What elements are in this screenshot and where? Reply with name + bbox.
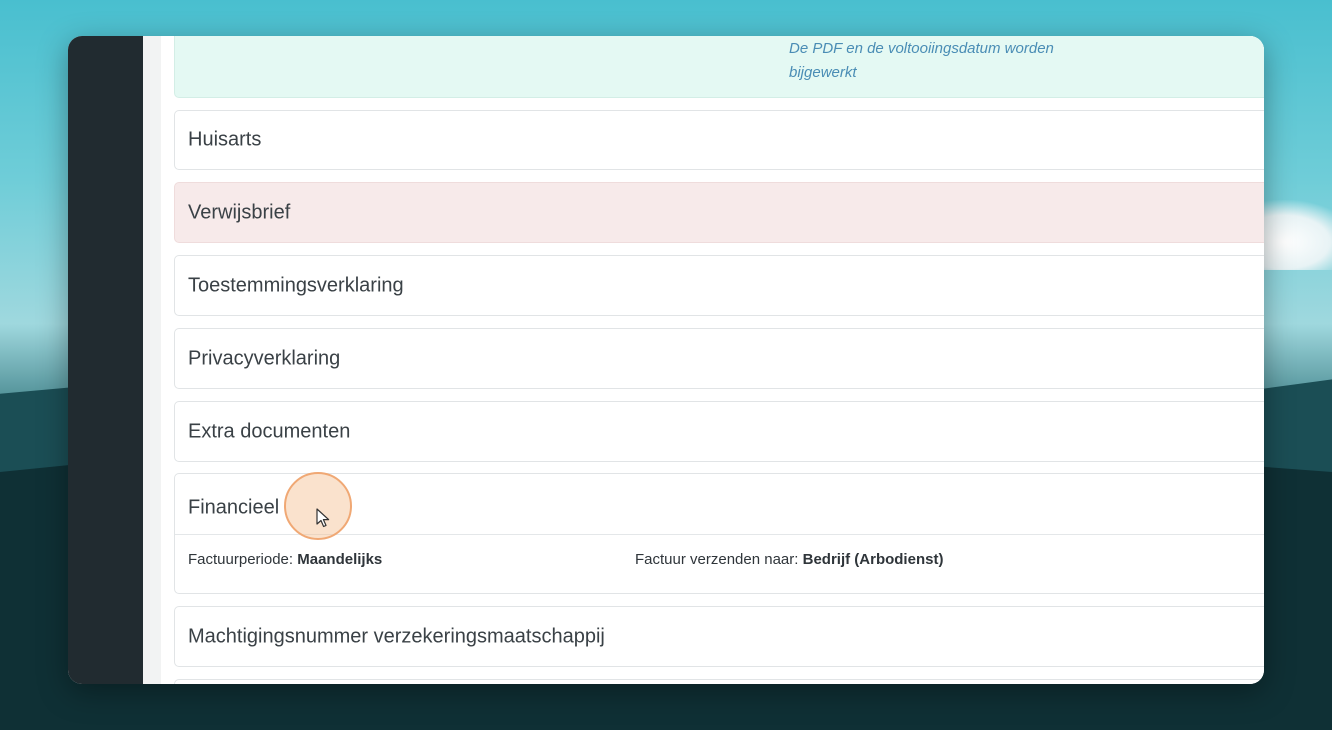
factuur-verzenden-field: Factuur verzenden naar: Bedrijf (Arbodie… xyxy=(635,551,943,568)
section-machtigingsnummer[interactable]: Machtigingsnummer verzekeringsmaatschapp… xyxy=(174,606,1264,667)
factuurperiode-label: Factuurperiode: xyxy=(188,551,294,568)
factuurperiode-field: Factuurperiode: Maandelijks xyxy=(188,551,382,568)
mouse-pointer-icon xyxy=(316,508,330,528)
section-title: Privacyverklaring xyxy=(188,347,341,369)
section-title: Financieel xyxy=(188,496,280,519)
factuur-verzenden-label: Factuur verzenden naar: xyxy=(635,551,799,568)
factuurperiode-value: Maandelijks xyxy=(297,551,383,568)
section-title: Verwijsbrief xyxy=(188,201,291,223)
section-next[interactable] xyxy=(174,679,1264,684)
notice-text-continued: bijgewerkt xyxy=(789,64,857,81)
notice-text: De PDF en de voltooiingsdatum worden xyxy=(789,40,1054,57)
section-privacyverklaring[interactable]: Privacyverklaring xyxy=(174,328,1264,389)
section-title: Extra documenten xyxy=(188,420,351,442)
section-title: Machtigingsnummer verzekeringsmaatschapp… xyxy=(188,625,605,647)
app-window: …… …… … … …… …… De PDF en de voltooiings… xyxy=(68,36,1264,684)
section-title: Huisarts xyxy=(188,128,262,151)
section-title: Toestemmingsverklaring xyxy=(188,274,404,296)
section-verwijsbrief[interactable]: Verwijsbrief xyxy=(174,182,1264,243)
document-sections: …… …… … … …… …… De PDF en de voltooiings… xyxy=(161,36,1264,684)
sidebar xyxy=(68,36,143,684)
content-gutter xyxy=(143,36,161,684)
cursor-highlight xyxy=(284,472,352,540)
section-toestemmingsverklaring[interactable]: Toestemmingsverklaring xyxy=(174,255,1264,316)
section-huisarts[interactable]: Huisarts xyxy=(174,110,1264,170)
section-extra-documenten[interactable]: Extra documenten xyxy=(174,401,1264,462)
success-notice: …… …… … … …… …… De PDF en de voltooiings… xyxy=(174,36,1264,98)
factuur-verzenden-value: Bedrijf (Arbodienst) xyxy=(802,551,944,568)
